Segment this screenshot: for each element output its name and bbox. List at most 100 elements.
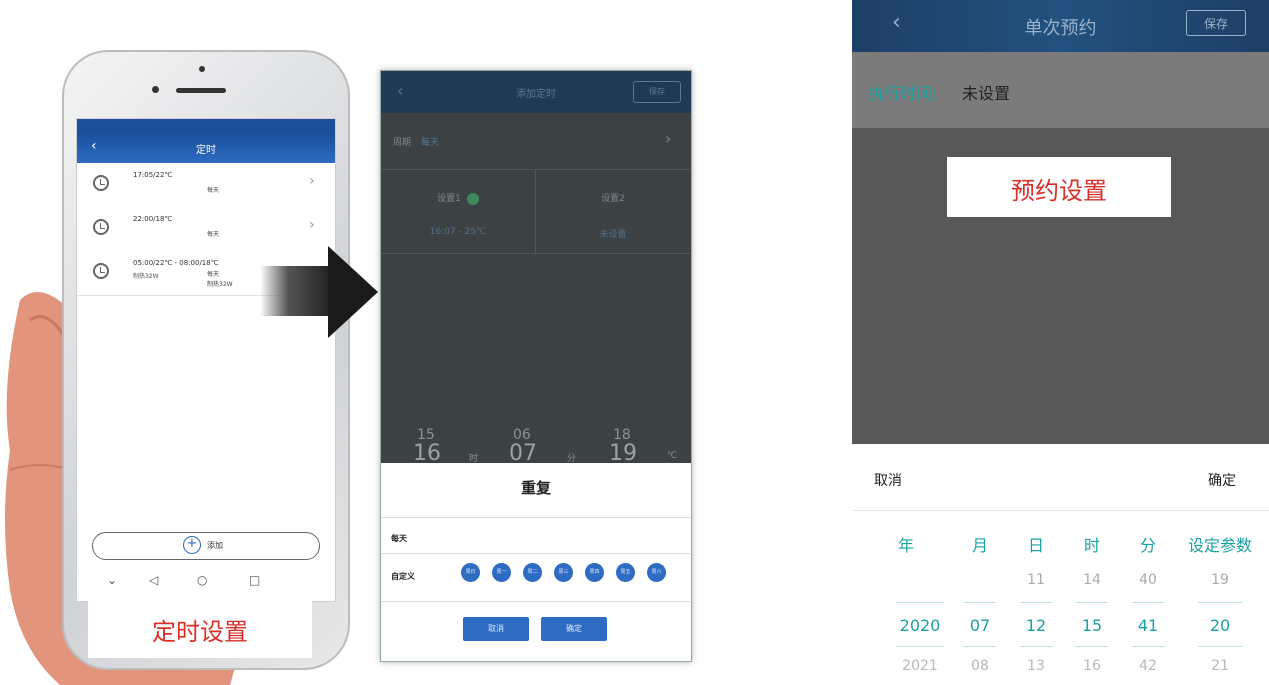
picker-param-next[interactable]: 21: [1192, 658, 1248, 674]
picker-day-prev[interactable]: 11: [1008, 572, 1064, 588]
exec-time-label: 执行时间:: [868, 84, 938, 103]
wheel-temp-unit: ℃: [667, 451, 678, 461]
picker-month-next[interactable]: 08: [952, 658, 1008, 674]
column-header-param: 设定参数: [1187, 536, 1252, 555]
timer-time: 17:05/22℃: [133, 171, 173, 179]
picker-sep: [1076, 646, 1108, 647]
list-item[interactable]: 17:05/22℃ 每天 ›: [77, 163, 335, 208]
picker-sep: [1198, 646, 1242, 647]
clock-icon: [93, 175, 109, 191]
check-icon: [466, 192, 479, 205]
caption-reservation-settings: 预约设置: [1011, 177, 1107, 205]
chevron-right-icon: ›: [309, 217, 315, 233]
repeat-everyday[interactable]: 每天: [391, 533, 407, 544]
arrow-right-icon: [328, 246, 378, 338]
exec-time-row[interactable]: 执行时间: 未设置: [852, 52, 1269, 128]
picker-hour-selected[interactable]: 15: [1064, 616, 1120, 635]
picker-minute-prev[interactable]: 40: [1120, 572, 1176, 588]
confirm-button[interactable]: 确定: [541, 617, 607, 641]
picker-day-next[interactable]: 13: [1008, 658, 1064, 674]
cancel-button[interactable]: 取消: [463, 617, 529, 641]
column-header-day: 日: [1027, 536, 1044, 555]
clock-icon: [93, 219, 109, 235]
day-toggle-wed[interactable]: 周三: [554, 563, 573, 582]
picker-hour-prev[interactable]: 14: [1064, 572, 1120, 588]
arrow-body: [260, 266, 330, 316]
nav-back-icon[interactable]: ◁: [149, 573, 158, 587]
android-nav-bar: ⌄ ◁ ○ □: [77, 567, 335, 597]
picker-sep: [1132, 602, 1164, 603]
picker-param-selected[interactable]: 20: [1192, 616, 1248, 635]
repeat-title: 重复: [520, 479, 551, 497]
day-toggle-fri[interactable]: 周五: [616, 563, 635, 582]
save-button[interactable]: 保存: [1186, 10, 1246, 36]
day-toggle-sun[interactable]: 周日: [461, 563, 480, 582]
confirm-button[interactable]: 确定: [1208, 470, 1236, 490]
chevron-down-icon[interactable]: ⌄: [107, 573, 117, 587]
timer-day: 每天: [207, 231, 220, 238]
week-row[interactable]: 周期 每天 ›: [381, 113, 691, 170]
picker-year-next[interactable]: 2021: [892, 658, 948, 674]
picker-sep: [1198, 602, 1242, 603]
timer-day: 每天: [207, 187, 220, 194]
setting-1-cell[interactable]: 设置1 16:07 - 25℃: [381, 169, 536, 254]
picker-sep: [964, 646, 996, 647]
week-value: 每天: [421, 138, 440, 148]
divider: [381, 553, 691, 554]
divider: [381, 517, 691, 518]
picker-minute-next[interactable]: 42: [1120, 658, 1176, 674]
divider: [381, 601, 691, 602]
week-key: 周期: [393, 138, 412, 148]
repeat-custom[interactable]: 自定义: [391, 571, 415, 582]
picker-hour-next[interactable]: 16: [1064, 658, 1120, 674]
setting-2-label: 设置2: [601, 194, 625, 204]
nav-recent-icon[interactable]: □: [249, 573, 260, 587]
setting-2-value: 未设置: [599, 230, 627, 240]
save-button[interactable]: 保存: [633, 81, 681, 103]
phone-sensor: [152, 86, 159, 93]
picker-day-selected[interactable]: 12: [1008, 616, 1064, 635]
add-label: 添加: [207, 541, 223, 550]
setting-1-label-wrap: 设置1: [381, 191, 535, 205]
setting-1-label: 设置1: [437, 194, 461, 204]
column-header-hour: 时: [1083, 536, 1100, 555]
day-toggle-tue[interactable]: 周二: [523, 563, 542, 582]
day-toggle-mon[interactable]: 周一: [492, 563, 511, 582]
datetime-picker-sheet: 取消 确定 年 月 日 时 分 设定参数 11 14 40 19 2020 07…: [852, 444, 1269, 685]
timer-time: 22:00/18℃: [133, 215, 173, 223]
mid-title-bar: ‹ 添加定时 保存: [381, 71, 691, 113]
picker-year-selected[interactable]: 2020: [892, 616, 948, 635]
day-toggle-thu[interactable]: 周四: [585, 563, 604, 582]
list-item[interactable]: 22:00/18℃ 每天 ›: [77, 207, 335, 252]
picker-sep: [896, 646, 944, 647]
picker-sep: [1020, 646, 1052, 647]
caption-box: 定时设置: [88, 598, 312, 658]
nav-home-icon[interactable]: ○: [197, 573, 207, 587]
picker-sep: [1132, 646, 1164, 647]
day-toggle-sat[interactable]: 周六: [647, 563, 666, 582]
picker-minute-selected[interactable]: 41: [1120, 616, 1176, 635]
phone-screen: ‹ 定时 17:05/22℃ 每天 › 22:00/18℃ 每天 › 05:00…: [76, 118, 336, 602]
exec-time-value: 未设置: [962, 84, 1011, 103]
divider: [852, 510, 1269, 511]
phone-speaker: [176, 88, 226, 93]
time-wheel[interactable]: 15 16 时 06 07 分 18 19 ℃: [381, 383, 691, 466]
picker-sep: [964, 602, 996, 603]
phone-title-bar: ‹ 定时: [77, 133, 335, 163]
setting-2-cell[interactable]: 设置2 未设置: [536, 169, 690, 254]
picker-param-prev[interactable]: 19: [1192, 572, 1248, 588]
picker-sep: [1020, 602, 1052, 603]
caption-timer-settings: 定时设置: [152, 618, 248, 646]
column-header-minute: 分: [1139, 536, 1156, 555]
picker-month-selected[interactable]: 07: [952, 616, 1008, 635]
chevron-right-icon: ›: [309, 173, 315, 189]
timer-mode: 制热32W: [133, 273, 159, 280]
caption-box: 预约设置: [947, 157, 1171, 217]
right-title-bar: ‹ 单次预约 保存: [852, 0, 1269, 52]
add-button[interactable]: + 添加: [92, 532, 320, 560]
column-header-year: 年: [897, 536, 914, 555]
repeat-sheet: 重复 每天 自定义 周日 周一 周二 周三 周四 周五 周六 取消 确定: [381, 463, 691, 661]
picker-sep: [1076, 602, 1108, 603]
cancel-button[interactable]: 取消: [874, 470, 902, 490]
setting-1-value: 16:07 - 25℃: [429, 227, 487, 237]
